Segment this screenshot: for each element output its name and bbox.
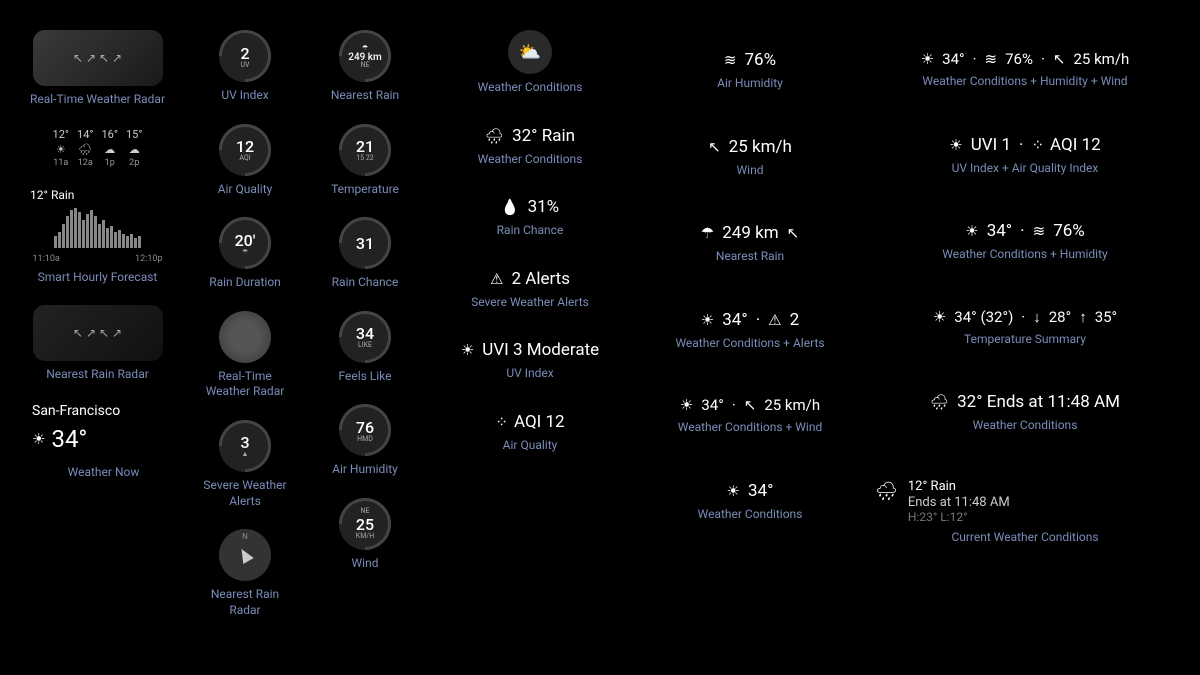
up-icon [1079,308,1087,326]
gauge-icon: ☂249 kmNE [339,30,391,82]
gauge-icon: 3▲ [219,420,271,472]
compass-icon [219,529,271,581]
warning-icon [768,311,781,329]
humidity-widget[interactable]: 76% Air Humidity [645,50,855,92]
rain-duration-widget[interactable]: 20'☂ Rain Duration [195,217,295,291]
aqi-widget[interactable]: AQI 12 Air Quality [435,412,625,454]
bar-chart-icon [33,208,163,248]
cond-simple-widget[interactable]: 34° Weather Conditions [645,481,855,523]
city-temp: 34° [51,425,87,453]
feels-like-widget[interactable]: 34LIKE Feels Like [315,311,415,385]
nearest-radar-widget[interactable]: Nearest Rain Radar [20,305,175,383]
warning-icon [490,270,503,288]
city-name: San-Francisco [32,403,120,419]
gauge-icon: 20'☂ [219,217,271,269]
conditions-widget[interactable]: ⛅ Weather Conditions [435,30,625,96]
nearest-radar-label: Nearest Rain Radar [46,367,149,383]
cond-alerts-widget[interactable]: 34°·2 Weather Conditions + Alerts [645,310,855,352]
temp-gauge-widget[interactable]: 2115 22 Temperature [315,124,415,198]
rain-chance-widget[interactable]: 31% Rain Chance [435,197,625,239]
radar-label: Real-Time Weather Radar [30,92,165,108]
rain-icon [930,393,949,411]
humidity-gauge-widget[interactable]: 76HMD Air Humidity [315,404,415,478]
gauge-icon: 2UV [219,30,271,82]
arrow-icon [1053,50,1066,68]
arrow-icon [744,396,757,414]
gauge-icon: 12AQI [219,124,271,176]
humidity-icon [1033,222,1046,240]
uv-aqi-widget[interactable]: UVI 1·AQI 12 UV Index + Air Quality Inde… [875,135,1175,177]
rain-icon [485,127,504,145]
sun-icon [680,396,693,414]
current-temp: 12° Rain [908,479,956,495]
weather-now-widget[interactable]: San-Francisco 34° Weather Now [20,403,175,481]
radar-widget[interactable]: Real-Time Weather Radar [20,30,175,108]
gauge-icon: 76HMD [339,404,391,456]
umbrella-icon [701,224,714,242]
cond-hmd-widget[interactable]: 34°·76% Weather Conditions + Humidity [875,221,1175,263]
hourly-row: 12°☀11a 14°🌧12a 16°☁1p 15°☁2p [53,128,143,168]
sun-icon [701,311,714,329]
drop-icon [501,198,520,216]
sun-icon [461,341,474,359]
gauge-icon: 2115 22 [339,124,391,176]
nearest-rain-line-widget[interactable]: 249 km Nearest Rain [645,223,855,265]
rain-chance-gauge-widget[interactable]: 31 Rain Chance [315,217,415,291]
down-icon [1033,308,1041,326]
uv-gauge-widget[interactable]: 2UV UV Index [195,30,295,104]
alerts-widget[interactable]: 2 Alerts Severe Weather Alerts [435,269,625,311]
cloud-sun-icon: ⛅ [508,30,552,74]
now-label: Weather Now [68,465,140,481]
humidity-icon [985,50,998,68]
rain-icon [875,481,898,502]
sun-icon [921,50,934,68]
current-cond-widget[interactable]: 12° Rain Ends at 11:48 AM H:23° L:12° [875,479,1175,525]
radar-circle-widget[interactable]: Real-Time Weather Radar [195,311,295,400]
wind-gauge-widget[interactable]: NE25KM/H Wind [315,498,415,572]
radar-icon [219,311,271,363]
gauge-icon: 34LIKE [339,311,391,363]
ends-widget[interactable]: 32° Ends at 11:48 AM Weather Conditions [875,392,1175,434]
smart-forecast-widget[interactable]: 12° Rain 11:10a12:10p Smart Hourly Forec… [20,188,175,286]
nearest-compass-widget[interactable]: Nearest Rain Radar [195,529,295,618]
sun-icon [933,308,946,326]
cond-wind-widget[interactable]: 34°·25 km/h Weather Conditions + Wind [645,396,855,436]
aqi-gauge-widget[interactable]: 12AQI Air Quality [195,124,295,198]
cond-hmd-wind-widget[interactable]: 34°·76%·25 km/h Weather Conditions + Hum… [875,50,1175,90]
sun-icon [727,482,740,500]
current-ends: Ends at 11:48 AM [908,495,1010,511]
sun-icon [32,430,45,448]
wind-widget[interactable]: 25 km/h Wind [645,137,855,179]
current-hl: H:23° L:12° [908,510,968,524]
alerts-gauge-widget[interactable]: 3▲ Severe Weather Alerts [195,420,295,509]
hourly-widget[interactable]: 12°☀11a 14°🌧12a 16°☁1p 15°☁2p [20,128,175,168]
arrow-icon [787,224,800,242]
arrow-icon [708,138,721,156]
radar-icon [33,30,163,86]
nearest-rain-widget[interactable]: ☂249 kmNE Nearest Rain [315,30,415,104]
radar-icon [33,305,163,361]
smart-label: Smart Hourly Forecast [38,270,158,286]
gauge-icon: 31 [339,217,391,269]
humidity-icon [724,51,737,69]
temp-summary-widget[interactable]: 34° (32°)·28°35° Temperature Summary [875,308,1175,348]
smart-title: 12° Rain [20,188,74,202]
gauge-icon: NE25KM/H [339,498,391,550]
dots-icon [495,413,506,431]
sun-icon [949,136,962,154]
rain-conditions-widget[interactable]: 32° Rain Weather Conditions [435,126,625,168]
uvi-widget[interactable]: UVI 3 Moderate UV Index [435,340,625,382]
sun-icon [965,222,978,240]
dots-icon [1031,136,1042,154]
current-label: Current Weather Conditions [875,530,1175,546]
